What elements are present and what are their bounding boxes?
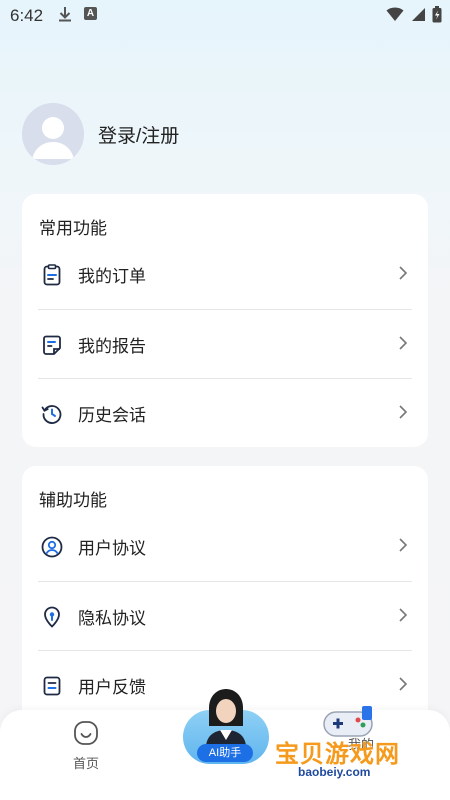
chevron-right-icon: [398, 335, 408, 356]
tab-home[interactable]: 首页: [68, 720, 104, 772]
menu-item-label: 我的报告: [78, 337, 146, 356]
login-register-link[interactable]: 登录/注册: [98, 121, 179, 148]
menu-item-my-orders[interactable]: 我的订单: [38, 240, 412, 309]
menu-item-label: 我的订单: [78, 267, 146, 286]
chevron-right-icon: [398, 404, 408, 425]
download-icon: [58, 6, 72, 27]
chevron-right-icon: [398, 607, 408, 628]
signal-icon: [412, 8, 425, 21]
report-icon: [40, 333, 64, 357]
chevron-right-icon: [398, 676, 408, 697]
feedback-icon: [40, 674, 64, 698]
menu-item-user-agreement[interactable]: 用户协议: [38, 512, 412, 581]
common-functions-card: 常用功能 我的订单 我的报告 历史会话: [22, 194, 428, 447]
status-bar: 6:42 A: [0, 0, 450, 32]
assistant-avatar-icon: [206, 689, 246, 746]
history-icon: [40, 402, 64, 426]
status-indicators: [386, 6, 442, 23]
chevron-right-icon: [398, 265, 408, 286]
wifi-icon: [386, 7, 404, 21]
watermark-text: 宝贝游戏网: [275, 741, 400, 768]
status-time: 6:42: [10, 6, 44, 25]
chevron-right-icon: [398, 537, 408, 558]
section-title-common: 常用功能: [39, 219, 107, 238]
location-shield-icon: [40, 605, 64, 629]
menu-item-label: 历史会话: [78, 406, 146, 425]
menu-item-label: 隐私协议: [78, 609, 146, 628]
menu-item-label: 用户反馈: [78, 678, 146, 697]
profile-header[interactable]: 登录/注册: [22, 103, 179, 165]
notification-a-icon: A: [84, 7, 97, 20]
tab-home-label: 首页: [72, 756, 99, 771]
user-circle-icon: [40, 535, 64, 559]
clipboard-icon: [40, 263, 64, 287]
menu-item-history[interactable]: 历史会话: [38, 379, 412, 448]
aux-functions-card: 辅助功能 用户协议 隐私协议 用户反馈: [22, 466, 428, 726]
ai-assistant-button[interactable]: AI助手: [183, 688, 269, 768]
menu-item-my-reports[interactable]: 我的报告: [38, 310, 412, 379]
home-smile-icon: [74, 721, 98, 745]
section-title-aux: 辅助功能: [39, 491, 107, 510]
avatar[interactable]: [22, 103, 84, 165]
battery-icon: [432, 6, 442, 23]
menu-item-privacy-agreement[interactable]: 隐私协议: [38, 582, 412, 651]
watermark-url: baobeiy.com: [298, 765, 371, 779]
ai-assistant-label: AI助手: [197, 744, 253, 762]
menu-item-label: 用户协议: [78, 539, 146, 558]
